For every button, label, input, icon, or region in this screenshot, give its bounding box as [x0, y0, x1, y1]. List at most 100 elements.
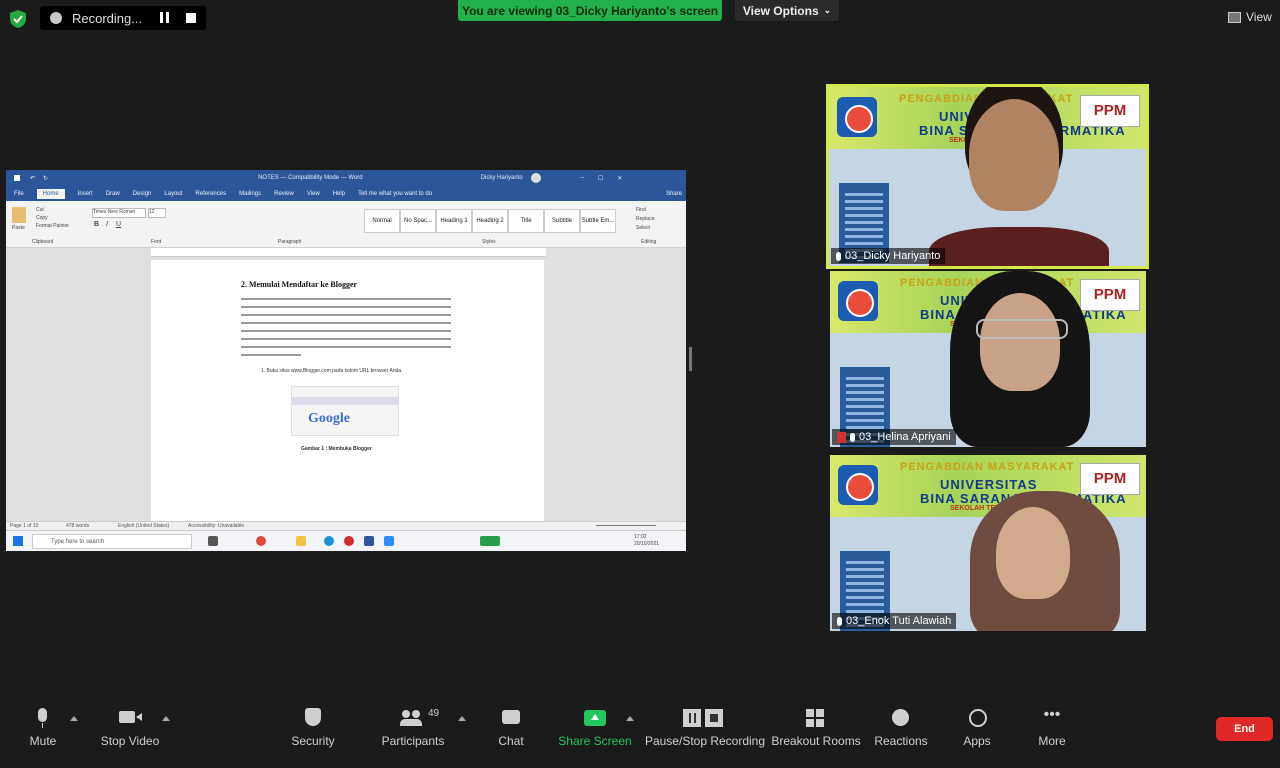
- maximize-icon[interactable]: ☐: [598, 175, 603, 182]
- participant-video[interactable]: PENGABDIAN MASYARAKAT UNIVERSITAS BINA S…: [826, 84, 1149, 269]
- tab-file[interactable]: File: [14, 191, 24, 197]
- window-title: NOTES — Compatibility Mode — Word: [258, 175, 363, 181]
- files-icon[interactable]: [296, 536, 306, 546]
- undo-icon[interactable]: ↶: [30, 175, 35, 182]
- participants-label: Participants: [381, 734, 445, 748]
- tab-mailings[interactable]: Mailings: [239, 191, 261, 197]
- university-logo: [838, 281, 878, 321]
- app-icon[interactable]: [480, 536, 500, 546]
- share-options-caret[interactable]: [626, 716, 634, 721]
- participants-button[interactable]: 49 Participants: [368, 708, 458, 748]
- tab-draw[interactable]: Draw: [106, 191, 120, 197]
- close-icon[interactable]: ✕: [617, 175, 622, 182]
- share-screen-button[interactable]: Share Screen: [550, 708, 640, 748]
- taskbar-search-input[interactable]: Type here to search: [32, 534, 192, 549]
- save-icon[interactable]: [14, 175, 20, 181]
- style-heading-2[interactable]: Heading 2: [472, 209, 508, 233]
- style-subtle-emphasis[interactable]: Subtle Em...: [580, 209, 616, 233]
- format-painter-button[interactable]: Format Painter: [36, 223, 69, 229]
- split-divider-handle[interactable]: [689, 347, 692, 371]
- language[interactable]: English (United States): [118, 523, 169, 529]
- doc-list-item: 1. Buka situs www.Blogger.com pada kolom…: [261, 368, 403, 374]
- clock[interactable]: 17:02 20/10/2021: [634, 534, 659, 548]
- zoom-app-icon[interactable]: [384, 536, 394, 546]
- tab-references[interactable]: References: [195, 191, 226, 197]
- horizontal-ruler[interactable]: [151, 248, 546, 257]
- pause-stop-recording-button[interactable]: Pause/Stop Recording: [643, 708, 767, 748]
- bold-button[interactable]: B: [94, 221, 99, 228]
- redo-icon[interactable]: ↻: [43, 175, 48, 182]
- security-button[interactable]: Security: [268, 708, 358, 748]
- accessibility-status[interactable]: Accessibility: Unavailable: [188, 523, 244, 529]
- view-options-button[interactable]: View Options ⌄: [735, 0, 839, 21]
- shared-screen[interactable]: ↶ ↻ NOTES — Compatibility Mode — Word Di…: [6, 170, 686, 551]
- more-button[interactable]: ••• More: [1007, 707, 1097, 749]
- replace-button[interactable]: Replace: [636, 216, 654, 222]
- stop-video-button[interactable]: Stop Video: [85, 708, 175, 748]
- copy-button[interactable]: Copy: [36, 215, 48, 221]
- find-button[interactable]: Find: [636, 207, 646, 213]
- tab-insert[interactable]: Insert: [78, 191, 93, 197]
- edge-icon[interactable]: [324, 536, 334, 546]
- doc-caption: Gambar 1 : Membuka Blogger: [301, 446, 372, 452]
- tell-me-search[interactable]: Tell me what you want to do: [358, 191, 432, 197]
- style-title[interactable]: Title: [508, 209, 544, 233]
- minimize-icon[interactable]: –: [581, 175, 584, 181]
- breakout-rooms-button[interactable]: Breakout Rooms: [771, 708, 861, 748]
- chat-button[interactable]: Chat: [466, 708, 556, 748]
- font-name-select[interactable]: Times New Roman: [92, 208, 146, 218]
- zoom-slider[interactable]: [596, 525, 656, 526]
- stop-recording-icon[interactable]: [186, 13, 196, 23]
- apps-label: Apps: [963, 734, 991, 748]
- word-count: 478 words: [66, 523, 90, 529]
- share-button[interactable]: Share: [666, 191, 682, 197]
- pause-recording-icon[interactable]: [160, 12, 172, 24]
- style-subtitle[interactable]: Subtitle: [544, 209, 580, 233]
- view-options-label: View Options: [742, 3, 819, 18]
- participants-options-caret[interactable]: [458, 716, 466, 721]
- view-button[interactable]: View: [1228, 10, 1272, 24]
- document-page[interactable]: 2. Memulai Mendaftar ke Blogger 1. Buka …: [151, 260, 544, 523]
- glasses-icon: [976, 319, 1068, 339]
- participant-name: 03_Enok Tuti Alawiah: [846, 615, 952, 627]
- encryption-shield-icon[interactable]: [10, 10, 26, 28]
- tab-layout[interactable]: Layout: [164, 191, 182, 197]
- audio-options-caret[interactable]: [70, 716, 78, 721]
- word-title-bar: ↶ ↻ NOTES — Compatibility Mode — Word Di…: [6, 170, 686, 186]
- paste-icon[interactable]: [12, 207, 26, 223]
- tab-help[interactable]: Help: [333, 191, 345, 197]
- word-icon[interactable]: [364, 536, 374, 546]
- opera-icon[interactable]: [344, 536, 354, 546]
- participant-video[interactable]: PENGABDIAN MASYARAKAT UNIVERSITAS BINA S…: [830, 455, 1146, 631]
- participant-name: 03_Helina Apriyani: [859, 431, 951, 443]
- end-meeting-button[interactable]: End: [1216, 717, 1273, 741]
- avatar[interactable]: [530, 173, 541, 183]
- font-size-select[interactable]: 12: [148, 208, 166, 218]
- background-banner: PENGABDIAN MASYARAKAT UNIVERSITAS BINA S…: [830, 455, 1146, 517]
- select-button[interactable]: Select: [636, 225, 650, 231]
- style-no-spacing[interactable]: No Spac...: [400, 209, 436, 233]
- mute-button[interactable]: Mute: [0, 708, 88, 748]
- reactions-label: Reactions: [874, 734, 928, 748]
- tab-review[interactable]: Review: [274, 191, 294, 197]
- participant-video[interactable]: PENGABDIAN MASYARAKAT UNIVERSITAS BINA S…: [830, 271, 1146, 447]
- tab-home[interactable]: Home: [36, 188, 65, 199]
- underline-button[interactable]: U: [116, 221, 121, 228]
- tab-design[interactable]: Design: [133, 191, 152, 197]
- windows-start-icon[interactable]: [13, 536, 23, 546]
- participant-face: [969, 99, 1059, 211]
- tab-view[interactable]: View: [307, 191, 320, 197]
- chrome-icon[interactable]: [256, 536, 266, 546]
- style-heading-1[interactable]: Heading 1: [436, 209, 472, 233]
- document-area[interactable]: 2. Memulai Mendaftar ke Blogger 1. Buka …: [6, 248, 686, 523]
- video-options-caret[interactable]: [162, 716, 170, 721]
- italic-button[interactable]: I: [106, 221, 108, 228]
- group-paragraph: Paragraph: [278, 239, 302, 245]
- paste-label[interactable]: Paste: [12, 225, 25, 231]
- cut-button[interactable]: Cut: [36, 207, 44, 213]
- participant-name-tag: 03_Helina Apriyani: [832, 429, 956, 445]
- user-name: Dicky Hariyanto: [480, 175, 523, 181]
- share-screen-label: Share Screen: [558, 734, 632, 748]
- taskview-icon[interactable]: [208, 536, 218, 546]
- style-normal[interactable]: Normal: [364, 209, 400, 233]
